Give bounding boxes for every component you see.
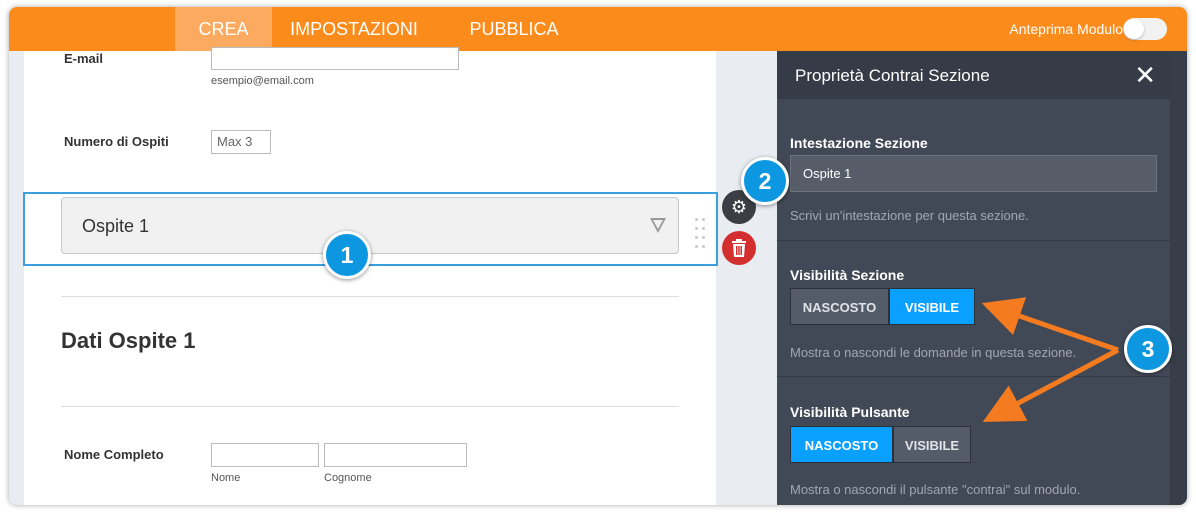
- collapse-section-title: Ospite 1: [82, 216, 150, 236]
- section-visibility-visible-button[interactable]: VISIBILE: [889, 288, 975, 325]
- last-name-input[interactable]: [324, 443, 467, 467]
- email-label: E-mail: [64, 51, 104, 66]
- toggle-knob: [1124, 19, 1144, 39]
- section-visibility-title: Visibilità Sezione: [790, 267, 905, 283]
- step-badge-2: 2: [741, 157, 789, 205]
- properties-panel-title: Proprietà Contrai Sezione: [795, 66, 990, 85]
- top-navigation-bar: CREA IMPOSTAZIONI PUBBLICA Anteprima Mod…: [9, 7, 1187, 51]
- collapse-section-header[interactable]: Ospite 1: [61, 197, 679, 254]
- first-name-sublabel: Nome: [211, 472, 241, 484]
- section-heading: Dati Ospite 1: [61, 328, 196, 353]
- button-visibility-title: Visibilità Pulsante: [790, 404, 910, 420]
- section-visibility-hidden-button[interactable]: NASCOSTO: [790, 288, 889, 325]
- tab-pubblica[interactable]: PUBBLICA: [459, 7, 569, 51]
- email-sublabel: esempio@email.com: [211, 75, 314, 87]
- delete-field-button[interactable]: [722, 231, 756, 265]
- section-header-input[interactable]: Ospite 1: [790, 155, 1157, 192]
- form-preview-label: Anteprima Modulo: [1009, 21, 1123, 37]
- step-badge-3: 3: [1124, 325, 1172, 373]
- panel-scrollbar[interactable]: [1170, 51, 1187, 505]
- properties-panel-header: Proprietà Contrai Sezione ✕: [777, 51, 1170, 99]
- guests-input[interactable]: Max 3: [211, 130, 271, 154]
- divider: [61, 296, 679, 297]
- close-icon[interactable]: ✕: [1134, 60, 1156, 91]
- button-visibility-visible-button[interactable]: VISIBILE: [893, 426, 971, 463]
- app-window: CREA IMPOSTAZIONI PUBBLICA Anteprima Mod…: [9, 7, 1187, 505]
- trash-icon: [732, 239, 746, 257]
- last-name-sublabel: Cognome: [324, 472, 372, 484]
- gear-icon: ⚙: [730, 197, 748, 217]
- section-visibility-description: Mostra o nascondi le domande in questa s…: [790, 345, 1077, 360]
- section-header-title: Intestazione Sezione: [790, 135, 928, 151]
- drag-handle-icon[interactable]: [695, 218, 707, 248]
- first-name-input[interactable]: [211, 443, 319, 467]
- divider: [61, 406, 679, 407]
- properties-panel: Proprietà Contrai Sezione ✕ Intestazione…: [777, 51, 1170, 505]
- button-visibility-hidden-button[interactable]: NASCOSTO: [790, 426, 893, 463]
- tab-crea[interactable]: CREA: [175, 7, 272, 51]
- full-name-label: Nome Completo: [64, 447, 164, 462]
- form-preview-toggle[interactable]: [1123, 18, 1167, 40]
- divider: [777, 240, 1170, 241]
- divider: [777, 376, 1170, 377]
- collapse-triangle-icon[interactable]: [650, 218, 666, 233]
- section-header-description: Scrivi un'intestazione per questa sezion…: [790, 208, 1029, 223]
- email-input[interactable]: [211, 47, 459, 70]
- tab-impostazioni[interactable]: IMPOSTAZIONI: [279, 7, 429, 51]
- form-canvas: E-mail esempio@email.com Numero di Ospit…: [24, 47, 716, 505]
- step-badge-1: 1: [323, 231, 371, 279]
- guests-label: Numero di Ospiti: [64, 134, 169, 149]
- button-visibility-description: Mostra o nascondi il pulsante "contrai" …: [790, 482, 1081, 497]
